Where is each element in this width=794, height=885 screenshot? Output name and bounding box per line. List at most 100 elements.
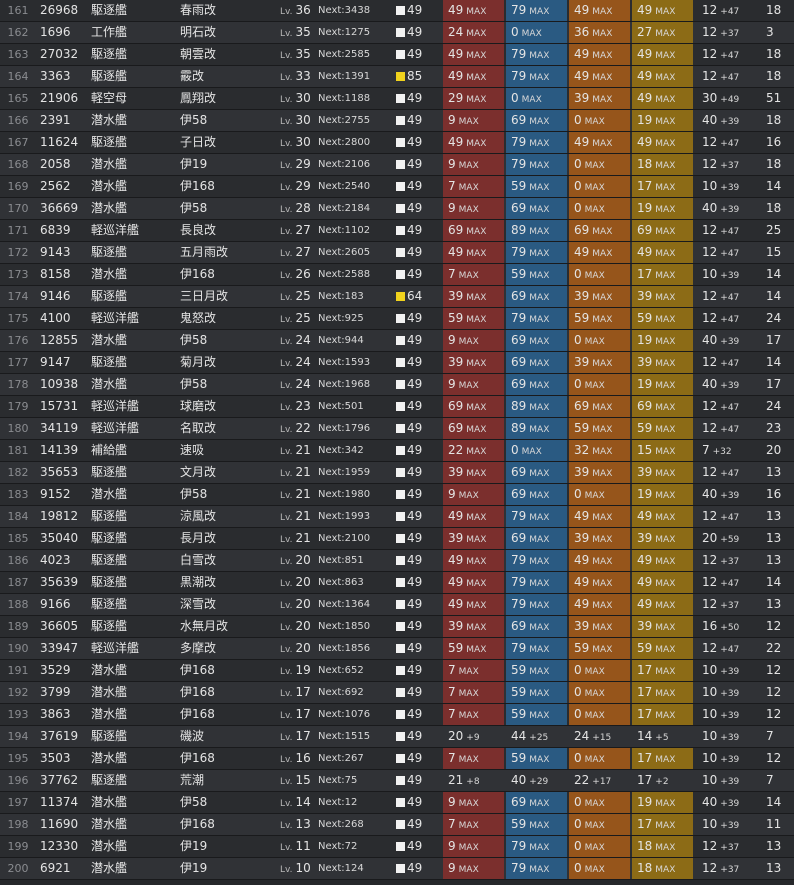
- ship-id: 9143: [40, 245, 71, 259]
- table-row[interactable]: 161 26968 駆逐艦 春雨改 Lv. 36 Next:3438 49 49 M…: [0, 0, 794, 22]
- firepower-suffix: MAX: [466, 139, 487, 149]
- table-row[interactable]: 185 35040 駆逐艦 長月改 Lv. 21 Next:2100 49 39 M…: [0, 528, 794, 550]
- torpedo-suffix: MAX: [529, 315, 550, 325]
- row-number: 185: [7, 532, 29, 545]
- table-row[interactable]: 165 21906 軽空母 鳳翔改 Lv. 30 Next:1188 49 29 M…: [0, 88, 794, 110]
- firepower-cell: 9 MAX: [443, 110, 504, 131]
- table-row[interactable]: 176 12855 潜水艦 伊58 Lv. 24 Next:944 49 9 MAX…: [0, 330, 794, 352]
- next-exp: Next:3438: [318, 5, 371, 16]
- table-row[interactable]: 192 3799 潜水艦 伊168 Lv. 17 Next:692 49 7 MAX…: [0, 682, 794, 704]
- table-row[interactable]: 170 36669 潜水艦 伊58 Lv. 28 Next:2184 49 9 MA…: [0, 198, 794, 220]
- table-row[interactable]: 189 36605 駆逐艦 水無月改 Lv. 20 Next:1850 49 39…: [0, 616, 794, 638]
- condition: 49: [396, 814, 442, 835]
- row-number: 165: [7, 92, 29, 105]
- condition-value: 49: [407, 839, 423, 853]
- torpedo-suffix: MAX: [529, 381, 550, 391]
- table-row[interactable]: 182 35653 駆逐艦 文月改 Lv. 21 Next:1959 49 39 M…: [0, 462, 794, 484]
- luck-cell: 12 +47: [702, 220, 764, 241]
- table-row[interactable]: 196 37762 駆逐艦 荒潮 Lv. 15 Next:75 49 21 +8 4…: [0, 770, 794, 792]
- table-row[interactable]: 187 35639 駆逐艦 黒潮改 Lv. 20 Next:863 49 49 MA…: [0, 572, 794, 594]
- armor-cell: 19 MAX: [632, 792, 693, 813]
- firepower-suffix: MAX: [458, 821, 479, 831]
- luck-value: 7: [702, 443, 710, 457]
- ship-name: 白雪改: [180, 553, 217, 567]
- table-row[interactable]: 199 12330 潜水艦 伊19 Lv. 11 Next:72 49 9 MAX …: [0, 836, 794, 858]
- table-row[interactable]: 166 2391 潜水艦 伊58 Lv. 30 Next:2755 49 9 MAX…: [0, 110, 794, 132]
- condition-value: 49: [407, 355, 423, 369]
- torpedo-cell: 59 MAX: [506, 704, 567, 725]
- luck-value: 12: [702, 69, 718, 83]
- table-row[interactable]: 193 3863 潜水艦 伊168 Lv. 17 Next:1076 49 7 MA…: [0, 704, 794, 726]
- firepower-suffix: MAX: [466, 227, 487, 237]
- table-row[interactable]: 183 9152 潜水艦 伊58 Lv. 21 Next:1980 49 9 MAX…: [0, 484, 794, 506]
- antiair-cell: 0 MAX: [569, 704, 630, 725]
- ship-name: 伊58: [180, 113, 208, 127]
- luck-suffix: +47: [720, 469, 740, 479]
- armor-suffix: MAX: [655, 755, 676, 765]
- table-row[interactable]: 200 6921 潜水艦 伊19 Lv. 10 Next:124 49 9 MAX …: [0, 858, 794, 880]
- luck-suffix: +39: [720, 205, 740, 215]
- ship-id: 35639: [40, 575, 79, 589]
- condition-value: 49: [407, 179, 423, 193]
- table-row[interactable]: 198 11690 潜水艦 伊168 Lv. 13 Next:268 49 7 MA…: [0, 814, 794, 836]
- firepower-value: 9: [448, 157, 456, 171]
- table-row[interactable]: 181 14139 補給艦 速吸 Lv. 21 Next:342 49 22 MAX…: [0, 440, 794, 462]
- table-row[interactable]: 178 10938 潜水艦 伊58 Lv. 24 Next:1968 49 9 MA…: [0, 374, 794, 396]
- torpedo-cell: 69 MAX: [506, 374, 567, 395]
- next-exp: Next:183: [318, 291, 364, 302]
- antiair-suffix: MAX: [592, 51, 613, 61]
- level: Lv. 24: [280, 374, 316, 395]
- table-row[interactable]: 168 2058 潜水艦 伊19 Lv. 29 Next:2106 49 9 MAX…: [0, 154, 794, 176]
- table-row[interactable]: 190 33947 軽巡洋艦 多摩改 Lv. 20 Next:1856 49 59…: [0, 638, 794, 660]
- evasion-value: 12: [766, 619, 782, 633]
- firepower-cell: 20 +9: [443, 726, 504, 747]
- ship-id: 9152: [40, 487, 71, 501]
- level-value: 19: [295, 663, 311, 677]
- table-row[interactable]: 179 15731 軽巡洋艦 球磨改 Lv. 23 Next:501 49 69 M…: [0, 396, 794, 418]
- firepower-cell: 49 MAX: [443, 594, 504, 615]
- row-number: 174: [7, 290, 29, 303]
- table-row[interactable]: 162 1696 工作艦 明石改 Lv. 35 Next:1275 49 24 MA…: [0, 22, 794, 44]
- table-row[interactable]: 174 9146 駆逐艦 三日月改 Lv. 25 Next:183 64 39 MA…: [0, 286, 794, 308]
- antiair-cell: 39 MAX: [569, 528, 630, 549]
- row-number: 178: [7, 378, 29, 391]
- row-number: 199: [7, 840, 29, 853]
- armor-value: 15: [637, 443, 653, 457]
- next-exp: Next:925: [318, 313, 364, 324]
- table-row[interactable]: 177 9147 駆逐艦 菊月改 Lv. 24 Next:1593 49 39 MA…: [0, 352, 794, 374]
- table-row[interactable]: 186 4023 駆逐艦 白雪改 Lv. 20 Next:851 49 49 MAX…: [0, 550, 794, 572]
- torpedo-suffix: MAX: [529, 403, 550, 413]
- table-row[interactable]: 197 11374 潜水艦 伊58 Lv. 14 Next:12 49 9 MAX …: [0, 792, 794, 814]
- table-row[interactable]: 184 19812 駆逐艦 涼風改 Lv. 21 Next:1993 49 49 M…: [0, 506, 794, 528]
- ship-name: 伊58: [180, 201, 208, 215]
- table-row[interactable]: 167 11624 駆逐艦 子日改 Lv. 30 Next:2800 49 49 M…: [0, 132, 794, 154]
- luck-suffix: +59: [720, 535, 740, 545]
- table-row[interactable]: 172 9143 駆逐艦 五月雨改 Lv. 27 Next:2605 49 49 M…: [0, 242, 794, 264]
- level: Lv. 29: [280, 176, 316, 197]
- table-row[interactable]: 191 3529 潜水艦 伊168 Lv. 19 Next:652 49 7 MAX…: [0, 660, 794, 682]
- table-row[interactable]: 164 3363 駆逐艦 霰改 Lv. 33 Next:1391 85 49 MAX…: [0, 66, 794, 88]
- ship-name: 長月改: [180, 531, 217, 545]
- ship-name: 五月雨改: [180, 245, 229, 259]
- evasion-value: 14: [766, 795, 782, 809]
- ship-name: 文月改: [180, 465, 217, 479]
- level-value: 13: [295, 817, 311, 831]
- table-row[interactable]: 194 37619 駆逐艦 磯波 Lv. 17 Next:1515 49 20 +9…: [0, 726, 794, 748]
- table-row[interactable]: 163 27032 駆逐艦 朝雲改 Lv. 35 Next:2585 49 49 M…: [0, 44, 794, 66]
- luck-cell: 40 +39: [702, 110, 764, 131]
- table-row[interactable]: 169 2562 潜水艦 伊168 Lv. 29 Next:2540 49 7 MA…: [0, 176, 794, 198]
- torpedo-suffix: MAX: [529, 513, 550, 523]
- table-row[interactable]: 173 8158 潜水艦 伊168 Lv. 26 Next:2588 49 7 MA…: [0, 264, 794, 286]
- armor-cell: 49 MAX: [632, 242, 693, 263]
- armor-value: 39: [637, 619, 653, 633]
- table-row[interactable]: 171 6839 軽巡洋艦 長良改 Lv. 27 Next:1102 49 69 M…: [0, 220, 794, 242]
- table-row[interactable]: 180 34119 軽巡洋艦 名取改 Lv. 22 Next:1796 49 69…: [0, 418, 794, 440]
- table-row[interactable]: 175 4100 軽巡洋艦 鬼怒改 Lv. 25 Next:925 49 59 MA…: [0, 308, 794, 330]
- table-row[interactable]: 188 9166 駆逐艦 深雪改 Lv. 20 Next:1364 49 49 MA…: [0, 594, 794, 616]
- torpedo-value: 69: [511, 619, 527, 633]
- next-exp: Next:2585: [318, 49, 371, 60]
- luck-value: 12: [702, 641, 718, 655]
- level: Lv. 14: [280, 792, 316, 813]
- table-row[interactable]: 195 3503 潜水艦 伊168 Lv. 16 Next:267 49 7 MAX…: [0, 748, 794, 770]
- armor-value: 17: [637, 179, 653, 193]
